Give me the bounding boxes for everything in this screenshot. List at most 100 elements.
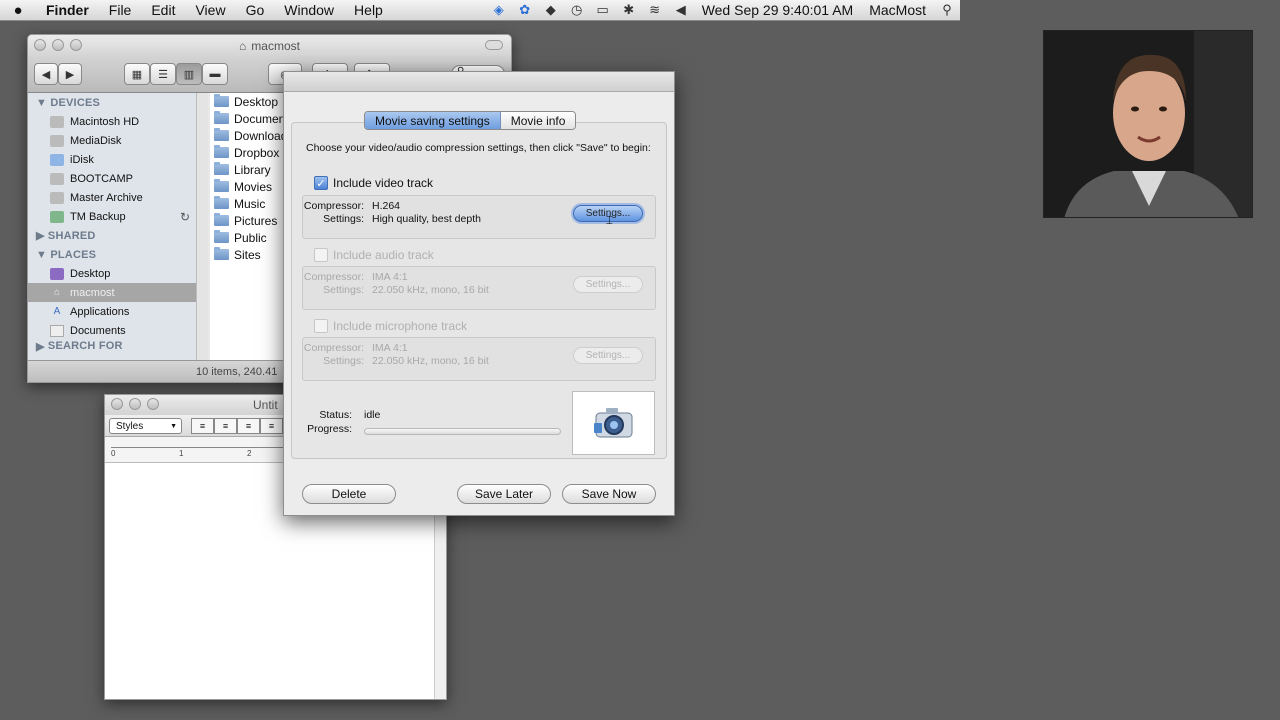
- time-machine-icon[interactable]: ◷: [564, 2, 590, 18]
- microphone-settings-button[interactable]: Settings...: [573, 347, 643, 364]
- progress-bar: [364, 428, 561, 435]
- folder-icon: [214, 94, 229, 107]
- settings-label: Settings:: [323, 213, 364, 225]
- sidebar-item-documents[interactable]: Documents: [28, 321, 196, 340]
- hard-drive-icon: [50, 172, 64, 185]
- sidebar-section-search[interactable]: ▶ SEARCH FOR: [28, 340, 196, 352]
- camera-preview: [572, 391, 655, 455]
- progress-label: Progress:: [307, 423, 352, 435]
- folder-icon: [214, 230, 229, 243]
- include-audio-checkbox[interactable]: Include audio track: [314, 248, 434, 262]
- sidebar-item-tm-backup[interactable]: TM Backup ↻: [28, 207, 196, 226]
- close-button[interactable]: [111, 398, 123, 410]
- sidebar-item-desktop[interactable]: Desktop: [28, 264, 196, 283]
- menu-window[interactable]: Window: [274, 2, 344, 18]
- folder-icon: [214, 179, 229, 192]
- zoom-button[interactable]: [70, 39, 82, 51]
- menu-view[interactable]: View: [185, 2, 235, 18]
- tab-movie-saving-settings[interactable]: Movie saving settings: [365, 112, 501, 129]
- movie-save-dialog: Movie saving settings Movie info Choose …: [283, 71, 675, 516]
- delete-button[interactable]: Delete: [302, 484, 396, 504]
- folder-icon: [214, 196, 229, 209]
- compressor-label: Compressor:: [303, 271, 364, 283]
- home-icon: ⌂: [53, 287, 61, 298]
- sidebar-item-mediadisk[interactable]: MediaDisk: [28, 131, 196, 150]
- sync-icon: ↻: [179, 209, 190, 224]
- sidebar-item-macmost[interactable]: ⌂ macmost: [28, 283, 196, 302]
- menu-help[interactable]: Help: [344, 2, 393, 18]
- settings-value: 22.050 kHz, mono, 16 bit: [372, 284, 489, 296]
- folder-icon: [214, 128, 229, 141]
- menu-clock[interactable]: Wed Sep 29 9:40:01 AM: [694, 2, 862, 18]
- sidebar-item-master-archive[interactable]: Master Archive: [28, 188, 196, 207]
- menu-file[interactable]: File: [99, 2, 142, 18]
- align-right-button[interactable]: ≡: [260, 418, 283, 434]
- folder-icon: [214, 247, 229, 260]
- minimize-button[interactable]: [129, 398, 141, 410]
- time-machine-drive-icon: [50, 210, 64, 223]
- checkbox-box: [314, 319, 328, 333]
- sidebar-section-devices[interactable]: ▼ DEVICES: [28, 93, 196, 112]
- styles-dropdown[interactable]: Styles: [109, 418, 182, 434]
- zoom-button[interactable]: [147, 398, 159, 410]
- documents-icon: [50, 324, 64, 337]
- audio-settings-button[interactable]: Settings...: [573, 276, 643, 293]
- menu-finder[interactable]: Finder: [36, 2, 99, 18]
- icon-view-button[interactable]: ▦: [124, 63, 150, 85]
- webcam-overlay: [1043, 30, 1253, 218]
- coverflow-view-button[interactable]: ▬: [202, 63, 228, 85]
- sidebar-item-macintosh-hd[interactable]: Macintosh HD: [28, 112, 196, 131]
- checkbox-box: [314, 248, 328, 262]
- status-label: Status:: [319, 409, 352, 421]
- column-view-button[interactable]: ▥: [176, 63, 202, 85]
- menu-user[interactable]: MacMost: [861, 2, 934, 18]
- compressor-value: IMA 4:1: [372, 271, 408, 283]
- include-microphone-checkbox[interactable]: Include microphone track: [314, 319, 467, 333]
- compressor-value: IMA 4:1: [372, 342, 408, 354]
- finder-titlebar[interactable]: ⌂ macmost: [28, 35, 511, 57]
- microphone-settings-group: Compressor: IMA 4:1 Settings: 22.050 kHz, …: [302, 337, 656, 381]
- save-later-button[interactable]: Save Later: [457, 484, 551, 504]
- window-title: macmost: [251, 39, 300, 53]
- item-count: 10 items, 240.41: [196, 365, 278, 378]
- save-now-button[interactable]: Save Now: [562, 484, 656, 504]
- toolbar-toggle-button[interactable]: [485, 40, 503, 50]
- wifi-icon[interactable]: ≋: [642, 2, 668, 18]
- folder-icon: [214, 213, 229, 226]
- align-center-button[interactable]: ≡: [214, 418, 237, 434]
- camera-icon: [593, 408, 632, 438]
- hard-drive-icon: [50, 191, 64, 204]
- spotlight-search-icon[interactable]: ⚲: [934, 2, 960, 18]
- sidebar-item-applications[interactable]: A Applications: [28, 302, 196, 321]
- bluetooth-icon[interactable]: ✱: [616, 2, 642, 18]
- checkmark-icon: ✓: [314, 176, 328, 190]
- minimize-button[interactable]: [52, 39, 64, 51]
- dialog-titlebar[interactable]: [284, 72, 674, 92]
- tab-movie-info[interactable]: Movie info: [500, 112, 576, 129]
- forward-button[interactable]: ▶: [58, 63, 82, 85]
- back-button[interactable]: ◀: [34, 63, 58, 85]
- display-icon[interactable]: ▭: [590, 2, 616, 18]
- skype-icon[interactable]: ◈: [486, 2, 512, 18]
- sidebar-item-bootcamp[interactable]: BOOTCAMP: [28, 169, 196, 188]
- folder-icon: [214, 111, 229, 124]
- sidebar-section-places[interactable]: ▼ PLACES: [28, 245, 196, 264]
- apple-menu-icon[interactable]: ●: [0, 2, 36, 19]
- menu-go[interactable]: Go: [236, 2, 275, 18]
- settings-label: Settings:: [323, 355, 364, 367]
- tab-bar: Movie saving settings Movie info: [364, 111, 577, 130]
- justify-button[interactable]: ≡: [237, 418, 260, 434]
- close-button[interactable]: [34, 39, 46, 51]
- ruler-label: 1: [179, 449, 184, 458]
- sidebar-item-idisk[interactable]: iDisk: [28, 150, 196, 169]
- align-left-button[interactable]: ≡: [191, 418, 214, 434]
- menu-edit[interactable]: Edit: [141, 2, 185, 18]
- volume-icon[interactable]: ◀: [668, 2, 694, 18]
- list-view-button[interactable]: ☰: [150, 63, 176, 85]
- sidebar-section-shared[interactable]: ▶ SHARED: [28, 226, 196, 245]
- sync-status-icon[interactable]: ✿: [512, 2, 538, 18]
- dropbox-icon[interactable]: ◆: [538, 2, 564, 18]
- sidebar-scrollbar[interactable]: [196, 93, 208, 361]
- include-video-checkbox[interactable]: ✓ Include video track: [314, 176, 433, 190]
- settings-value: 22.050 kHz, mono, 16 bit: [372, 355, 489, 367]
